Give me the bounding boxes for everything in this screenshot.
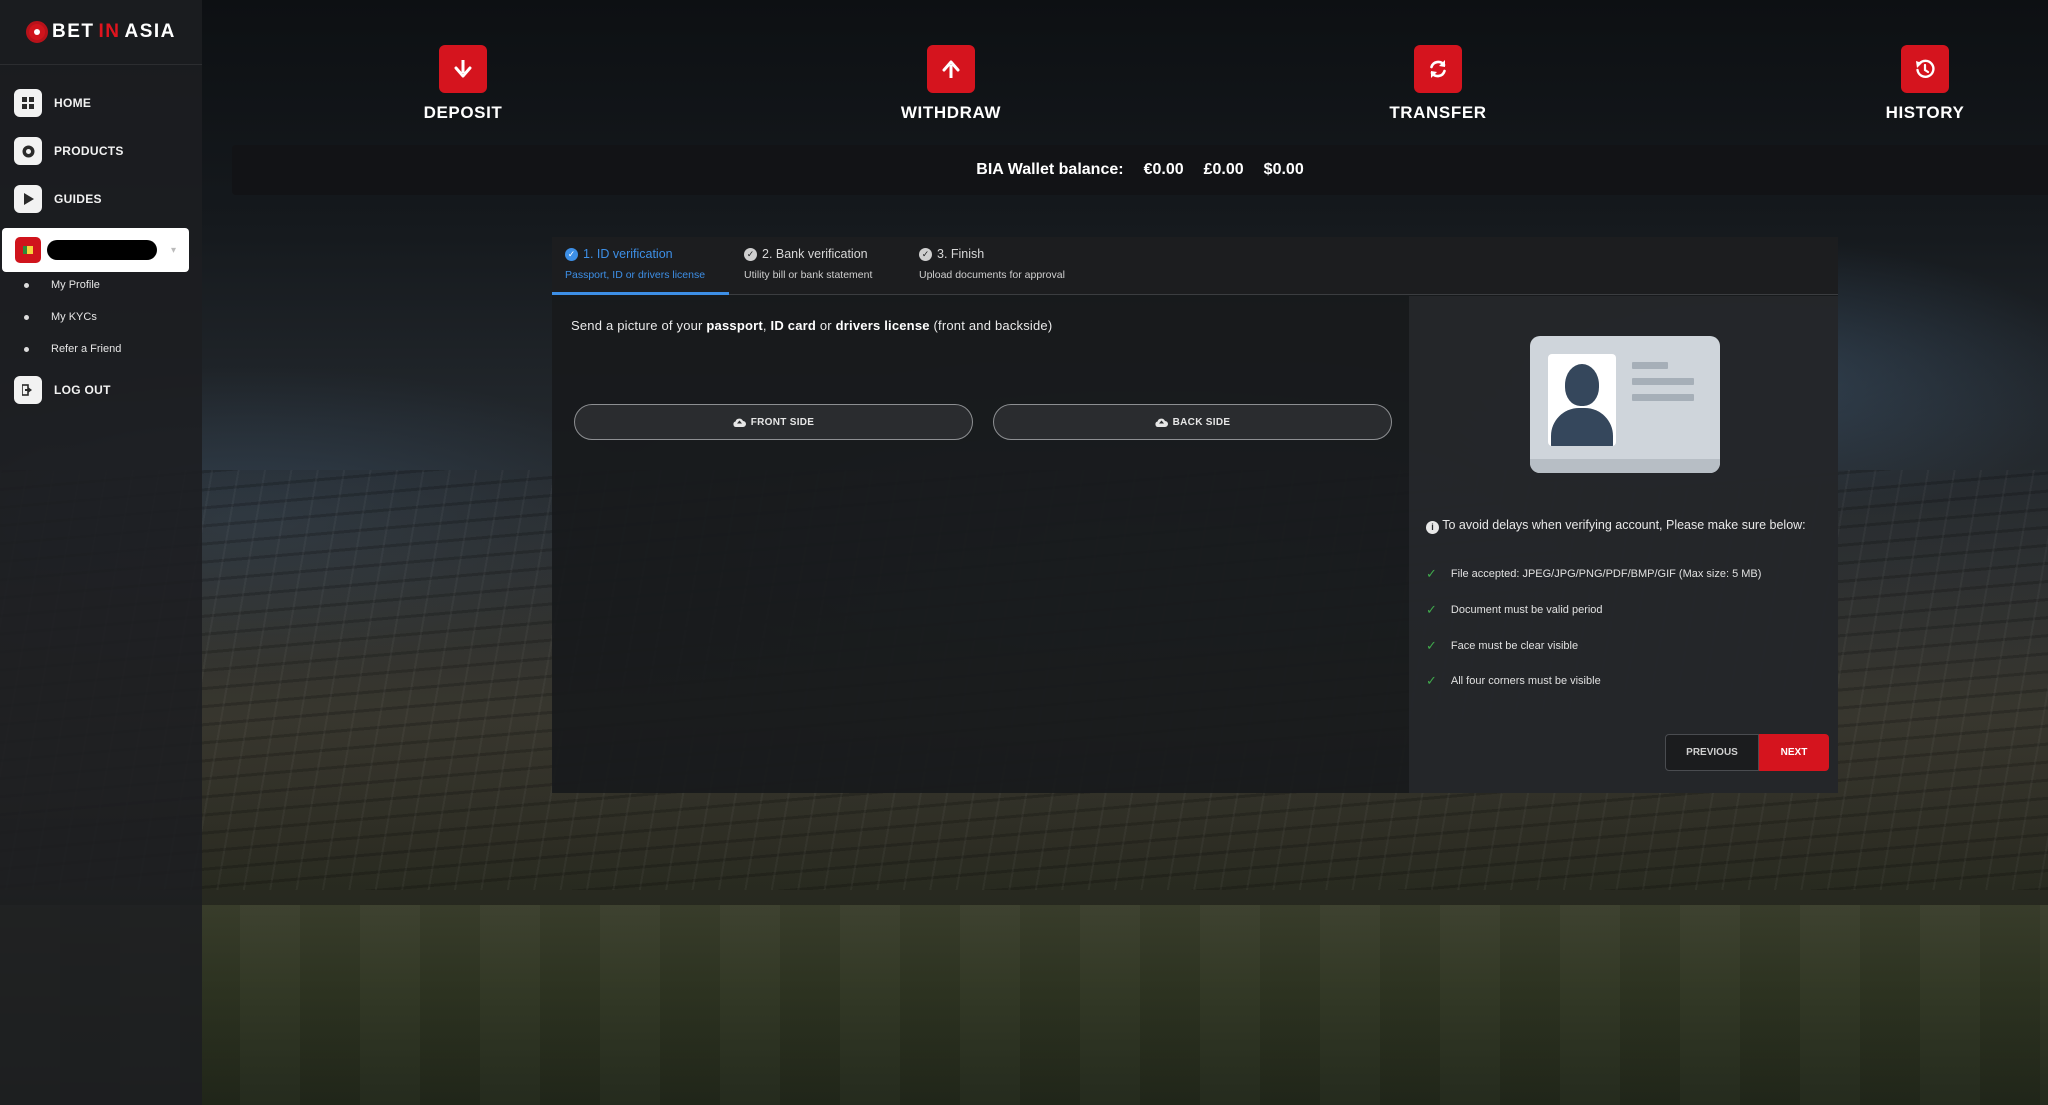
transfer-label: TRANSFER [1389, 103, 1487, 122]
upload-front-side-button[interactable]: FRONT SIDE [574, 404, 973, 440]
transfer-button[interactable]: TRANSFER [1358, 45, 1518, 123]
deposit-button[interactable]: DEPOSIT [383, 45, 543, 123]
info-icon: i [1426, 520, 1439, 534]
next-button[interactable]: NEXT [1759, 734, 1829, 771]
sidebar-item-label: LOG OUT [54, 383, 111, 397]
wallet-eur: €0.00 [1143, 161, 1184, 178]
history-icon [1901, 45, 1949, 93]
upload-area: Send a picture of your passport, ID card… [552, 296, 1408, 793]
upload-back-side-button[interactable]: BACK SIDE [993, 404, 1392, 440]
check-circle-icon: ✓ [744, 247, 757, 261]
requirements-area: i To avoid delays when verifying account… [1409, 296, 1838, 793]
kyc-panel: ✓ 1. ID verification Passport, ID or driv… [552, 237, 1838, 793]
deposit-label: DEPOSIT [423, 103, 503, 122]
step-title: 3. Finish [937, 247, 985, 261]
id-photo-icon [1548, 354, 1616, 446]
sidebar-item-label: GUIDES [54, 192, 102, 206]
check-circle-icon: ✓ [565, 247, 578, 261]
requirement-item: ✓ Face must be clear visible [1426, 638, 1579, 653]
history-label: HISTORY [1885, 103, 1965, 122]
wallet-usd: $0.00 [1263, 161, 1304, 178]
kyc-steps: ✓ 1. ID verification Passport, ID or driv… [552, 237, 1838, 295]
step-subtitle: Utility bill or bank statement [744, 269, 873, 281]
sidebar-item-guides[interactable]: GUIDES [14, 185, 102, 213]
chip-icon [14, 137, 42, 165]
active-step-indicator [552, 292, 729, 295]
wallet-gbp: £0.00 [1203, 161, 1244, 178]
front-side-label: FRONT SIDE [750, 416, 815, 428]
pitch-background [0, 905, 2048, 1105]
checkmark-icon: ✓ [1426, 638, 1437, 653]
brand-logo[interactable]: BET IN ASIA [26, 18, 176, 46]
checkmark-icon: ✓ [1426, 566, 1437, 581]
sidebar-item-logout[interactable]: LOG OUT [14, 376, 111, 404]
id-card-illustration [1530, 336, 1720, 473]
checkmark-icon: ✓ [1426, 602, 1437, 617]
account-menu-toggle[interactable]: ▾ [2, 228, 189, 272]
arrow-up-icon [927, 45, 975, 93]
logout-icon [14, 376, 42, 404]
grid-icon [14, 89, 42, 117]
check-circle-icon: ✓ [919, 247, 932, 261]
logo-text-in: IN [98, 21, 121, 42]
sidebar-item-products[interactable]: PRODUCTS [14, 137, 124, 165]
sidebar-divider [0, 64, 202, 65]
sidebar-item-home[interactable]: HOME [14, 89, 91, 117]
withdraw-button[interactable]: WITHDRAW [871, 45, 1031, 123]
logo-text-asia: ASIA [124, 21, 176, 42]
previous-button[interactable]: PREVIOUS [1665, 734, 1759, 771]
tab-id-verification[interactable]: ✓ 1. ID verification Passport, ID or driv… [565, 247, 705, 281]
step-subtitle: Passport, ID or drivers license [565, 269, 706, 281]
step-title: 2. Bank verification [762, 247, 868, 261]
requirement-item: ✓ File accepted: JPEG/JPG/PNG/PDF/BMP/GI… [1426, 566, 1762, 581]
tab-bank-verification[interactable]: ✓ 2. Bank verification Utility bill or ba… [744, 247, 872, 281]
step-subtitle: Upload documents for approval [919, 269, 1065, 281]
upload-instruction: Send a picture of your passport, ID card… [571, 318, 1053, 333]
submenu-my-kycs[interactable]: My KYCs [24, 308, 97, 326]
sidebar: BET IN ASIA HOME PRODUCTS GUIDES ▾ My Prof… [0, 0, 202, 1105]
refresh-icon [1414, 45, 1462, 93]
requirement-item: ✓ All four corners must be visible [1426, 673, 1601, 688]
requirements-heading: i To avoid delays when verifying account… [1426, 514, 1816, 536]
wallet-balance-bar: BIA Wallet balance: €0.00 £0.00 $0.00 [232, 145, 2048, 195]
history-button[interactable]: HISTORY [1845, 45, 2005, 123]
sidebar-item-label: PRODUCTS [54, 144, 124, 158]
arrow-down-icon [439, 45, 487, 93]
username-redacted [47, 240, 157, 260]
logo-ball-icon [26, 21, 48, 43]
sidebar-item-label: HOME [54, 96, 92, 110]
wallet-label: BIA Wallet balance: [976, 161, 1124, 178]
submenu-my-profile[interactable]: My Profile [24, 276, 100, 294]
submenu-label: My KYCs [51, 311, 97, 323]
logo-text-bet: BET [52, 21, 95, 42]
country-flag-icon [15, 237, 41, 263]
cloud-upload-icon [733, 418, 746, 427]
cloud-upload-icon [1155, 418, 1168, 427]
requirement-item: ✓ Document must be valid period [1426, 602, 1603, 617]
submenu-label: Refer a Friend [51, 343, 122, 355]
withdraw-label: WITHDRAW [900, 103, 1002, 122]
bullet-icon [24, 282, 29, 288]
play-icon [14, 185, 42, 213]
submenu-label: My Profile [51, 279, 100, 291]
bullet-icon [24, 314, 29, 320]
step-title: 1. ID verification [583, 247, 673, 261]
chevron-down-icon: ▾ [171, 244, 177, 256]
submenu-refer-a-friend[interactable]: Refer a Friend [24, 340, 121, 358]
tab-finish[interactable]: ✓ 3. Finish Upload documents for approval [919, 247, 1065, 281]
checkmark-icon: ✓ [1426, 673, 1437, 688]
bullet-icon [24, 346, 29, 352]
back-side-label: BACK SIDE [1172, 416, 1231, 428]
